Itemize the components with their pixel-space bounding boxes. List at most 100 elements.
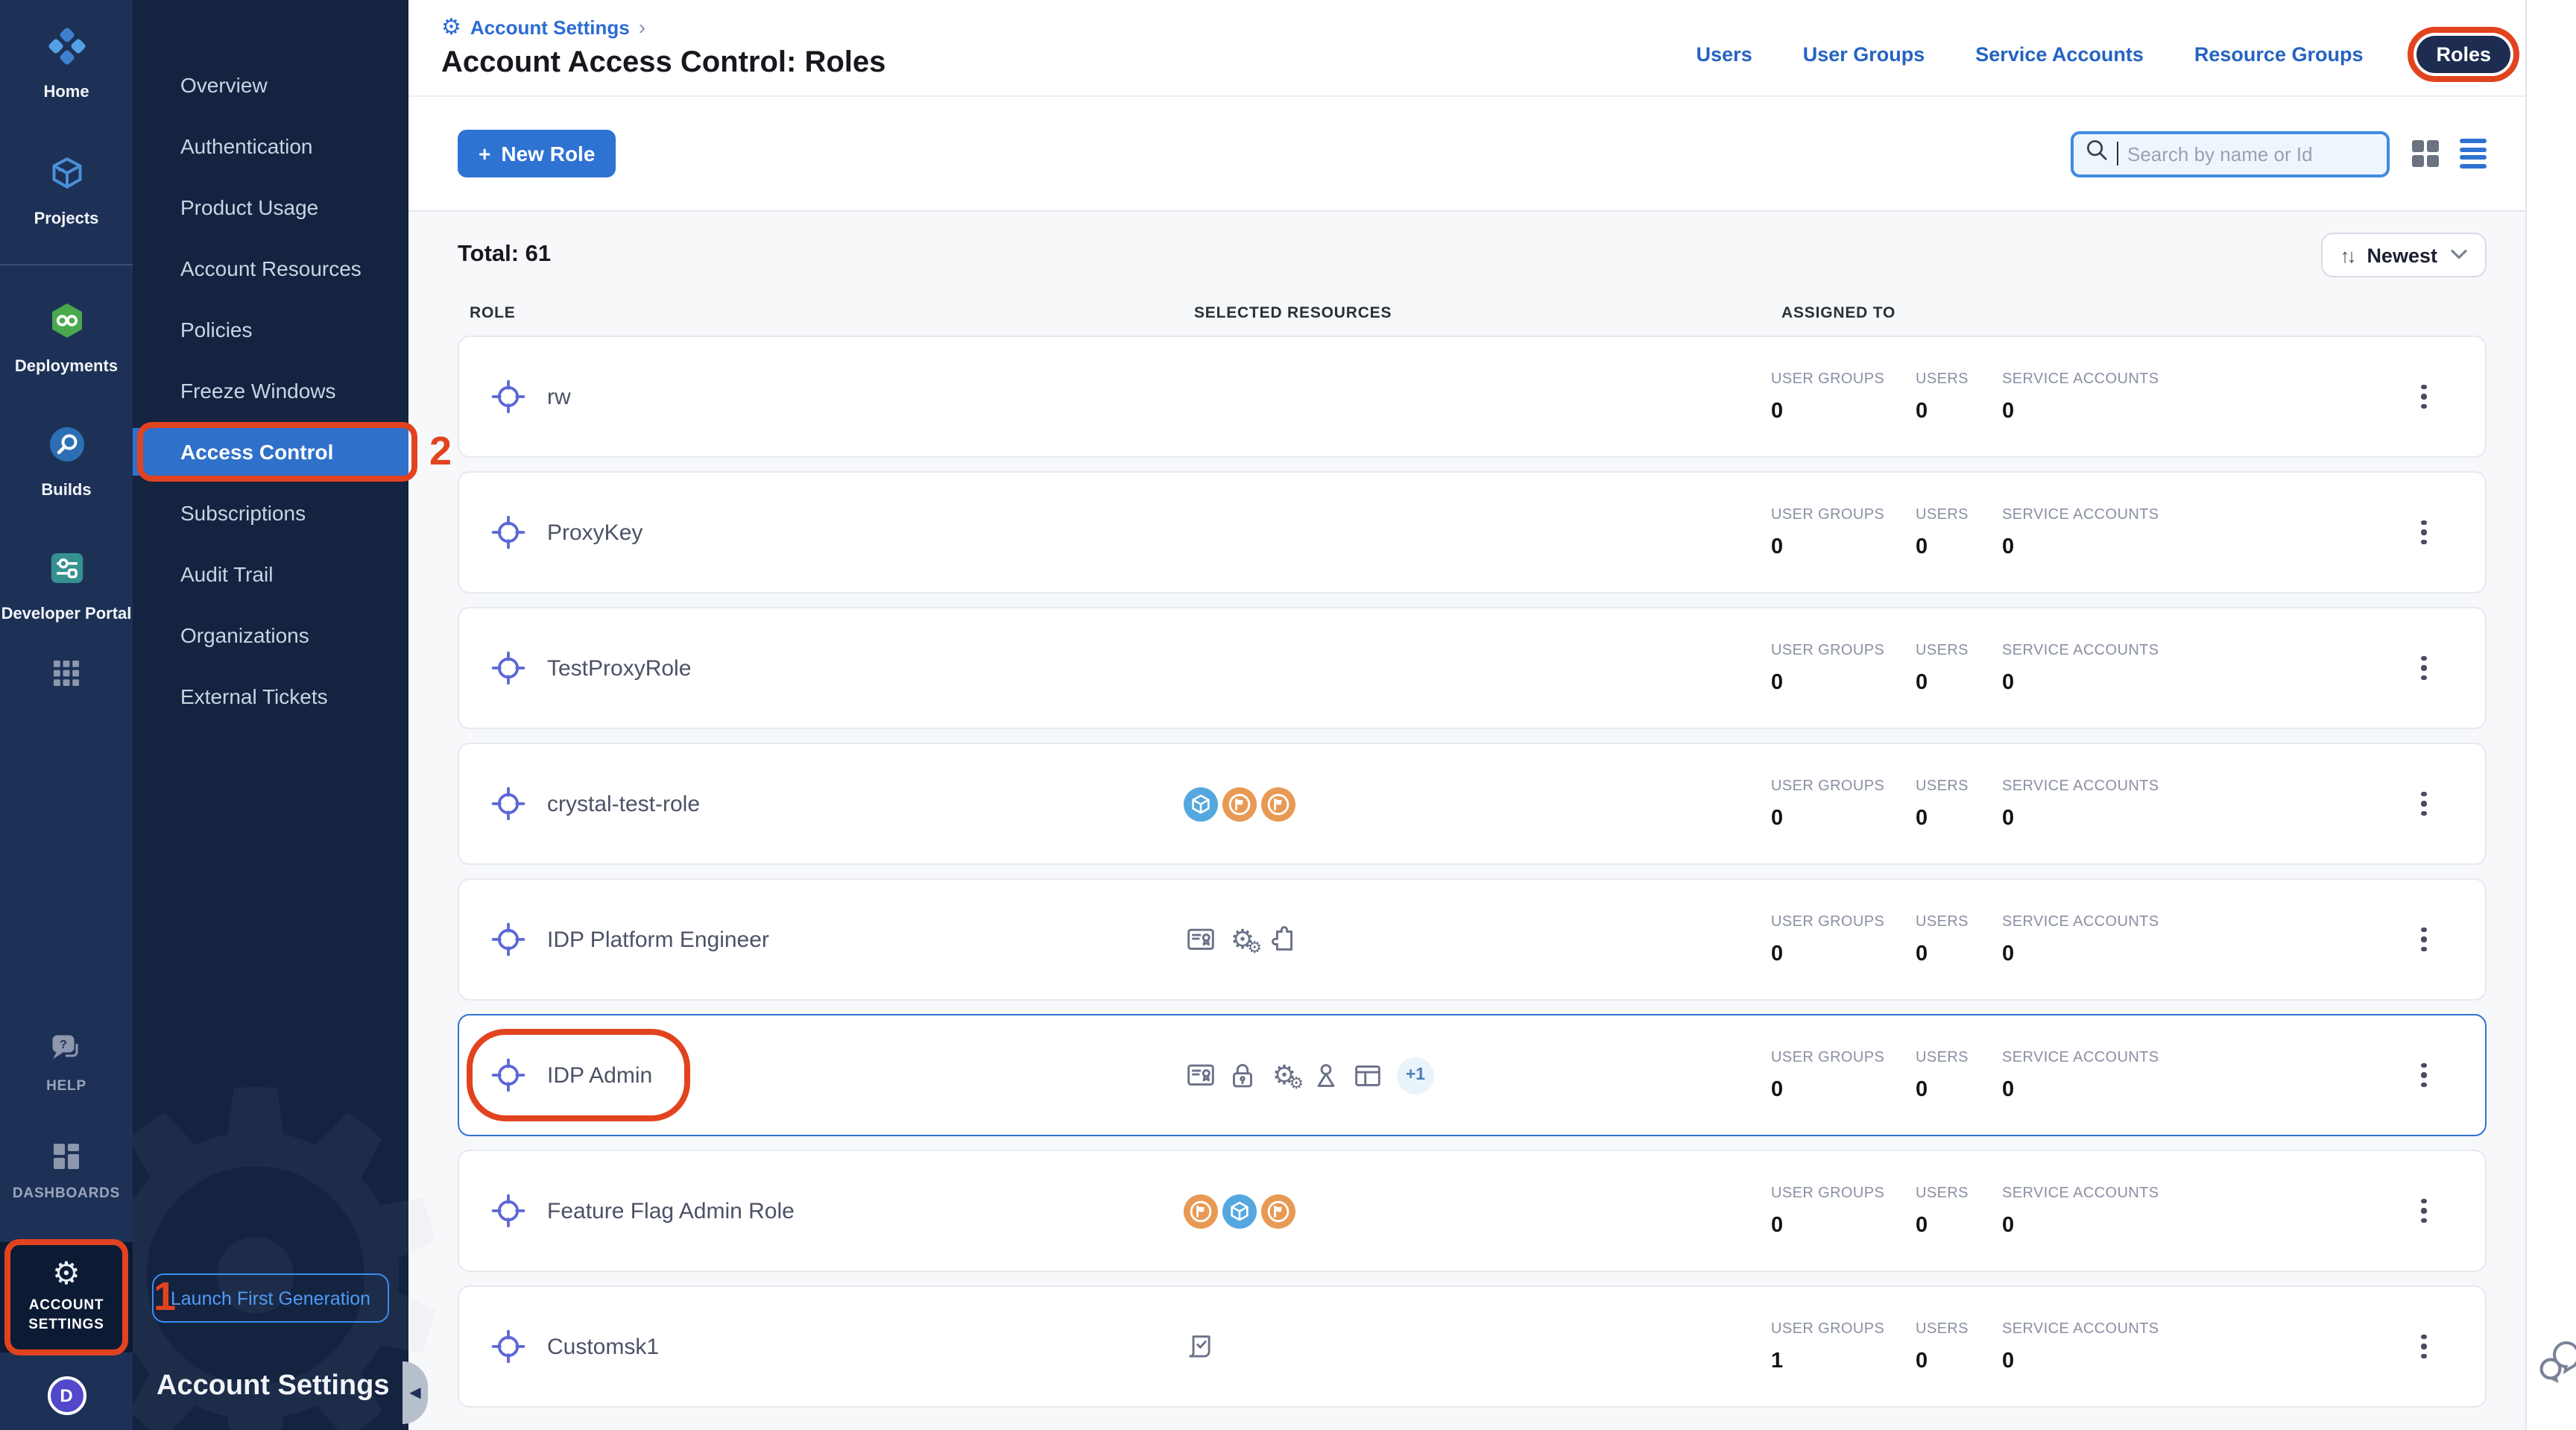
search-input[interactable]: Search by name or Id	[2071, 130, 2390, 177]
rail-item-dashboards[interactable]: DASHBOARDS	[0, 1141, 133, 1204]
role-row-idp-admin[interactable]: IDP Admin⚙⚙+1USER GROUPS0USERS0SERVICE A…	[458, 1014, 2487, 1136]
user-avatar[interactable]: D	[47, 1376, 86, 1415]
selected-resources-cell	[1184, 787, 1771, 821]
sidebar-item-audit-trail[interactable]: Audit Trail	[133, 543, 408, 604]
kebab-menu-icon[interactable]	[2402, 503, 2446, 562]
chevron-down-icon	[2451, 247, 2467, 263]
stat-service-accounts: SERVICE ACCOUNTS0	[2002, 1320, 2402, 1373]
stat-service-accounts: SERVICE ACCOUNTS0	[2002, 371, 2402, 423]
tab-service-accounts[interactable]: Service Accounts	[1975, 43, 2144, 66]
sort-value: Newest	[2367, 244, 2437, 266]
gears-icon: ⚙⚙	[1231, 926, 1254, 953]
rail-label: Home	[43, 84, 89, 102]
rail-label: DASHBOARDS	[13, 1188, 120, 1204]
rail-item-projects[interactable]: Projects	[0, 150, 133, 228]
stat-value: 0	[2002, 1077, 2402, 1101]
role-row-idp-platform-engineer[interactable]: IDP Platform Engineer⚙⚙USER GROUPS0USERS…	[458, 878, 2487, 1001]
role-name: rw	[547, 384, 571, 409]
rail-item-account-settings[interactable]: ⚙ ACCOUNT SETTINGS 1	[0, 1243, 133, 1352]
entity-tabs: Users User Groups Service Accounts Resource…	[1696, 36, 2510, 73]
tab-roles[interactable]: Roles	[2416, 36, 2510, 73]
stat-value: 0	[1771, 806, 1916, 830]
stat-service-accounts: SERVICE ACCOUNTS0	[2002, 913, 2402, 966]
gear-icon: ⚙	[441, 16, 461, 38]
stat-value: 0	[1771, 399, 1916, 423]
sidebar-item-subscriptions[interactable]: Subscriptions	[133, 482, 408, 543]
projects-icon	[44, 150, 89, 202]
role-row-crystal-test-role[interactable]: crystal-test-roleUSER GROUPS0USERS0SERVI…	[458, 743, 2487, 865]
role-target-icon	[489, 1056, 528, 1094]
role-target-icon	[489, 377, 528, 416]
breadcrumb-link[interactable]: Account Settings	[470, 16, 630, 38]
role-name: IDP Platform Engineer	[547, 927, 769, 952]
role-name: Customsk1	[547, 1334, 659, 1359]
launch-first-generation-button[interactable]: Launch First Generation	[152, 1273, 389, 1323]
role-target-icon	[489, 920, 528, 959]
selected-resources-cell: ⚙⚙	[1184, 922, 1771, 957]
sort-dropdown[interactable]: ↑↓ Newest	[2320, 233, 2487, 277]
stat-value: 0	[1916, 1077, 2002, 1101]
rail-label: Deployments	[15, 359, 118, 377]
sidebar-item-external-tickets[interactable]: External Tickets	[133, 665, 408, 726]
breadcrumb: ⚙ Account Settings ›	[441, 15, 886, 39]
role-row-customsk1[interactable]: Customsk1USER GROUPS1USERS0SERVICE ACCOU…	[458, 1285, 2487, 1408]
role-cell: TestProxyRole	[489, 649, 1184, 687]
stat-label: USER GROUPS	[1771, 778, 1916, 794]
scrollbar-gutter[interactable]	[2525, 0, 2576, 1430]
sidebar-item-product-usage[interactable]: Product Usage	[133, 176, 408, 237]
rail-label: Projects	[34, 210, 99, 228]
roles-list-section: Total: 61 ↑↓ Newest ROLE SELECTED RESOUR…	[408, 212, 2576, 1430]
sidebar-item-overview[interactable]: Overview	[133, 54, 408, 115]
stat-label: USERS	[1916, 913, 2002, 930]
grid-view-icon[interactable]	[2412, 140, 2439, 167]
list-view-icon[interactable]	[2460, 139, 2487, 168]
kebab-menu-icon[interactable]	[2402, 367, 2446, 426]
assigned-to-cell: USER GROUPS0USERS0SERVICE ACCOUNTS0	[1771, 371, 2402, 423]
resources-overflow-badge[interactable]: +1	[1397, 1056, 1434, 1094]
scroll-check-icon	[1184, 1329, 1221, 1364]
rail-item-apps[interactable]	[0, 659, 133, 695]
stat-value: 0	[1771, 1077, 1916, 1101]
rail-item-home[interactable]: Home	[0, 24, 133, 102]
tab-user-groups[interactable]: User Groups	[1803, 43, 1925, 66]
rail-item-builds[interactable]: Builds	[0, 422, 133, 500]
rail-item-deployments[interactable]: Deployments	[0, 299, 133, 377]
kebab-menu-icon[interactable]	[2402, 910, 2446, 969]
project-icon	[1184, 787, 1218, 821]
tab-users[interactable]: Users	[1696, 43, 1752, 66]
gear-icon: ⚙	[52, 1259, 80, 1291]
role-row-feature-flag-admin-role[interactable]: Feature Flag Admin RoleUSER GROUPS0USERS…	[458, 1150, 2487, 1272]
kebab-menu-icon[interactable]	[2402, 638, 2446, 698]
stat-label: USERS	[1916, 642, 2002, 658]
sidebar-item-authentication[interactable]: Authentication	[133, 115, 408, 176]
certificate-icon	[1184, 922, 1221, 957]
primary-nav-rail: Home Projects Deployments	[0, 0, 133, 1430]
rail-item-help[interactable]: ? HELP	[0, 1033, 133, 1097]
selected-resources-cell: ⚙⚙ +1	[1184, 1056, 1771, 1094]
new-role-button[interactable]: + New Role	[458, 130, 616, 177]
annotation-ring-roles-tab: Roles	[2408, 27, 2519, 82]
sidebar-item-freeze-windows[interactable]: Freeze Windows	[133, 359, 408, 421]
kebab-menu-icon[interactable]	[2402, 774, 2446, 834]
sidebar-item-access-control[interactable]: Access Control2	[133, 427, 408, 475]
rail-label: Developer Portal	[1, 605, 132, 623]
role-row-proxykey[interactable]: ProxyKeyUSER GROUPS0USERS0SERVICE ACCOUN…	[458, 471, 2487, 593]
flag-icon	[1184, 1194, 1218, 1228]
role-row-rw[interactable]: rwUSER GROUPS0USERS0SERVICE ACCOUNTS0	[458, 336, 2487, 458]
role-name: crystal-test-role	[547, 791, 700, 816]
sidebar-item-organizations[interactable]: Organizations	[133, 604, 408, 665]
rail-item-developer-portal[interactable]: Developer Portal	[0, 545, 133, 623]
kebab-menu-icon[interactable]	[2402, 1317, 2446, 1376]
tab-resource-groups[interactable]: Resource Groups	[2194, 43, 2364, 66]
support-chat-icon[interactable]	[2536, 1336, 2576, 1394]
table-header-row: ROLE SELECTED RESOURCES ASSIGNED TO	[458, 304, 2487, 322]
kebab-menu-icon[interactable]	[2402, 1045, 2446, 1105]
role-row-testproxyrole[interactable]: TestProxyRoleUSER GROUPS0USERS0SERVICE A…	[458, 607, 2487, 729]
role-name: TestProxyRole	[547, 655, 691, 681]
gears-icon: ⚙⚙	[1267, 1058, 1304, 1092]
sidebar-item-policies[interactable]: Policies	[133, 298, 408, 359]
annotation-ring-access-control	[137, 421, 417, 481]
role-cell: IDP Platform Engineer	[489, 920, 1184, 959]
kebab-menu-icon[interactable]	[2402, 1181, 2446, 1241]
sidebar-item-account-resources[interactable]: Account Resources	[133, 237, 408, 298]
